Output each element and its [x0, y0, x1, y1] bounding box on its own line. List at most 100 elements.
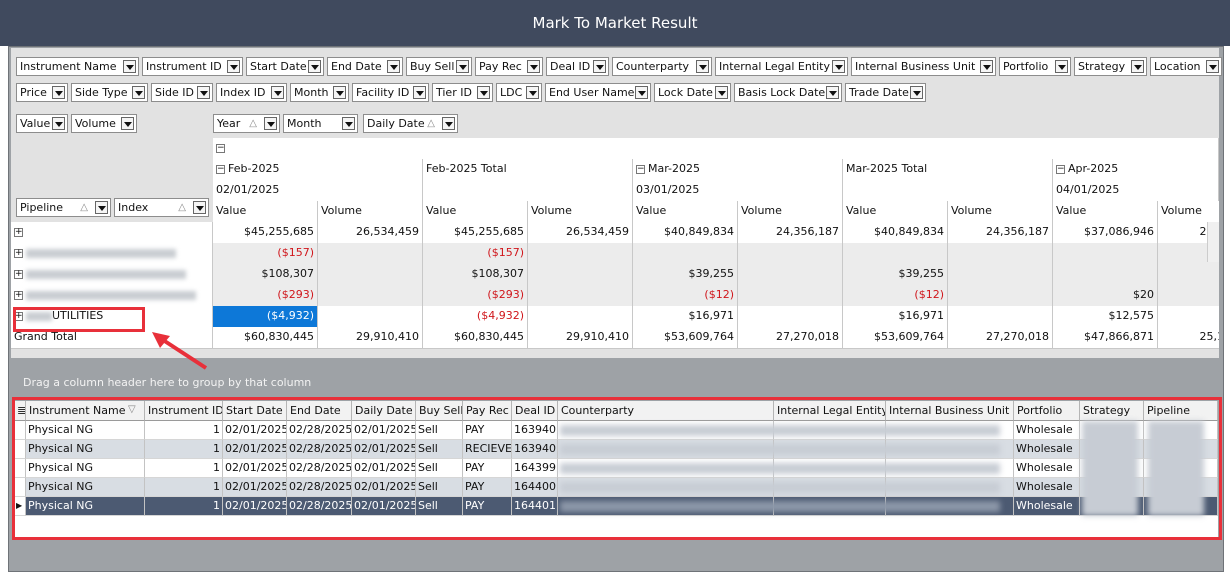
- chevron-down-icon[interactable]: [980, 60, 993, 73]
- field-chip-start-date[interactable]: Start Date: [246, 57, 324, 76]
- field-chip-instrument-id[interactable]: Instrument ID: [142, 57, 243, 76]
- pivot-cell[interactable]: $45,255,685: [213, 222, 318, 244]
- pivot-cell[interactable]: $40,849,834: [633, 222, 738, 244]
- collapse-icon[interactable]: −: [216, 143, 225, 153]
- pivot-cell[interactable]: [948, 306, 1053, 328]
- field-chip-price[interactable]: Price: [16, 83, 68, 102]
- expand-icon[interactable]: +: [14, 290, 23, 300]
- grand-total-cell[interactable]: $60,830,445: [213, 327, 318, 349]
- pivot-cell[interactable]: 26,534,459: [528, 222, 633, 244]
- chevron-down-icon[interactable]: [308, 60, 321, 73]
- pivot-cell[interactable]: ($293): [423, 285, 528, 307]
- chevron-down-icon[interactable]: [264, 117, 277, 130]
- field-chip-value[interactable]: Value: [16, 114, 68, 133]
- pivot-cell[interactable]: $12,575: [1053, 306, 1158, 328]
- field-chip-year[interactable]: Year △: [213, 114, 280, 133]
- pivot-cell[interactable]: [1053, 264, 1158, 286]
- pivot-cell[interactable]: [528, 285, 633, 307]
- pivot-cell[interactable]: [528, 264, 633, 286]
- chevron-down-icon[interactable]: [121, 117, 134, 130]
- field-chip-side-type[interactable]: Side Type: [71, 83, 148, 102]
- chevron-down-icon[interactable]: [52, 117, 65, 130]
- chevron-down-icon[interactable]: [910, 86, 923, 99]
- chevron-down-icon[interactable]: [1055, 60, 1068, 73]
- vertical-scrollbar[interactable]: [1207, 222, 1219, 262]
- field-chip-portfolio[interactable]: Portfolio: [999, 57, 1071, 76]
- pivot-cell[interactable]: $40,849,834: [843, 222, 948, 244]
- chevron-down-icon[interactable]: [593, 60, 606, 73]
- chevron-down-icon[interactable]: [95, 201, 108, 214]
- pivot-cell[interactable]: [1053, 243, 1158, 265]
- pivot-cell[interactable]: $39,255: [843, 264, 948, 286]
- pivot-cell[interactable]: ($293): [213, 285, 318, 307]
- collapse-icon[interactable]: −: [636, 164, 645, 174]
- sort-icon[interactable]: △: [178, 199, 186, 216]
- pivot-cell[interactable]: $45,255,685: [423, 222, 528, 244]
- chevron-down-icon[interactable]: [123, 60, 136, 73]
- chevron-down-icon[interactable]: [526, 86, 539, 99]
- field-chip-ldc[interactable]: LDC: [496, 83, 542, 102]
- chevron-down-icon[interactable]: [826, 86, 839, 99]
- chevron-down-icon[interactable]: [271, 86, 284, 99]
- field-chip-index[interactable]: Index △: [114, 198, 209, 217]
- chevron-down-icon[interactable]: [227, 60, 240, 73]
- field-chip-end-user-name[interactable]: End User Name: [545, 83, 651, 102]
- field-chip-basis-lock-date[interactable]: Basis Lock Date: [734, 83, 842, 102]
- chevron-down-icon[interactable]: [413, 86, 426, 99]
- grand-total-cell[interactable]: 25,1: [1158, 327, 1219, 349]
- pivot-cell[interactable]: [633, 243, 738, 265]
- expand-icon[interactable]: +: [14, 248, 23, 258]
- grand-total-cell[interactable]: $60,830,445: [423, 327, 528, 349]
- sort-icon[interactable]: △: [249, 115, 257, 132]
- pivot-cell[interactable]: ($157): [213, 243, 318, 265]
- field-chip-index-id[interactable]: Index ID: [216, 83, 287, 102]
- pivot-row-header[interactable]: +: [11, 243, 213, 265]
- pivot-cell[interactable]: $39,255: [633, 264, 738, 286]
- collapse-icon[interactable]: −: [1056, 164, 1065, 174]
- field-chip-facility-id[interactable]: Facility ID: [352, 83, 429, 102]
- pivot-cell[interactable]: [528, 243, 633, 265]
- pivot-cell[interactable]: $16,971: [633, 306, 738, 328]
- field-chip-volume[interactable]: Volume: [71, 114, 137, 133]
- field-chip-strategy[interactable]: Strategy: [1074, 57, 1147, 76]
- pivot-row-header[interactable]: +: [11, 264, 213, 286]
- field-chip-instrument-name[interactable]: Instrument Name: [16, 57, 139, 76]
- pivot-cell[interactable]: [738, 306, 843, 328]
- pivot-cell[interactable]: [843, 243, 948, 265]
- chevron-down-icon[interactable]: [333, 86, 346, 99]
- field-chip-trade-date[interactable]: Trade Date: [845, 83, 926, 102]
- chevron-down-icon[interactable]: [715, 86, 728, 99]
- pivot-cell[interactable]: $108,307: [213, 264, 318, 286]
- chevron-down-icon[interactable]: [832, 60, 845, 73]
- pivot-month-header[interactable]: − Feb-2025: [213, 159, 423, 181]
- chevron-down-icon[interactable]: [197, 86, 210, 99]
- pivot-month-header[interactable]: − Mar-2025: [633, 159, 843, 181]
- chevron-down-icon[interactable]: [442, 117, 455, 130]
- field-chip-month[interactable]: Month: [283, 114, 358, 133]
- pivot-cell[interactable]: $108,307: [423, 264, 528, 286]
- pivot-cell[interactable]: $37,086,946: [1053, 222, 1158, 244]
- pivot-cell[interactable]: [738, 264, 843, 286]
- pivot-cell[interactable]: [528, 306, 633, 328]
- field-chip-deal-id[interactable]: Deal ID: [546, 57, 609, 76]
- grand-total-cell[interactable]: $47,866,871: [1053, 327, 1158, 349]
- field-chip-internal-business-unit[interactable]: Internal Business Unit: [851, 57, 996, 76]
- pivot-cell[interactable]: [948, 264, 1053, 286]
- chevron-down-icon[interactable]: [52, 86, 65, 99]
- field-chip-end-date[interactable]: End Date: [327, 57, 403, 76]
- expand-icon[interactable]: +: [14, 269, 23, 279]
- pivot-cell[interactable]: [948, 243, 1053, 265]
- sort-icon[interactable]: △: [427, 115, 435, 132]
- chevron-down-icon[interactable]: [132, 86, 145, 99]
- grand-total-cell[interactable]: 29,910,410: [528, 327, 633, 349]
- field-chip-tier-id[interactable]: Tier ID: [432, 83, 493, 102]
- chevron-down-icon[interactable]: [342, 117, 355, 130]
- pivot-cell[interactable]: [1158, 264, 1219, 286]
- field-chip-side-id[interactable]: Side ID: [151, 83, 213, 102]
- grand-total-cell[interactable]: $53,609,764: [633, 327, 738, 349]
- pivot-cell[interactable]: ($12): [843, 285, 948, 307]
- pivot-cell[interactable]: ($157): [423, 243, 528, 265]
- chevron-down-icon[interactable]: [387, 60, 400, 73]
- pivot-cell[interactable]: [318, 264, 423, 286]
- sort-icon[interactable]: △: [80, 199, 88, 216]
